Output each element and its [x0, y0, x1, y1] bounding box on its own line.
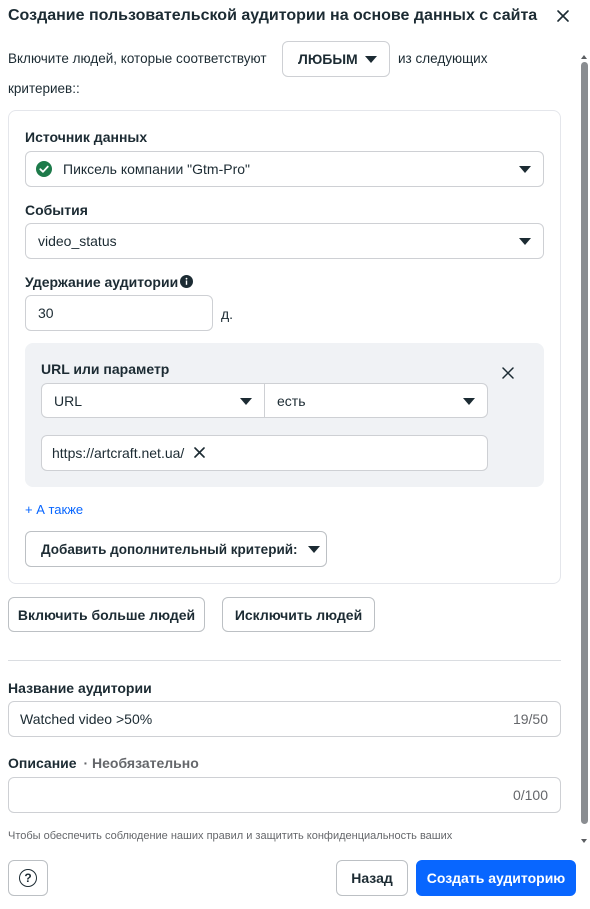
add-criteria-button[interactable]: Добавить дополнительный критерий: — [25, 531, 327, 567]
retention-input[interactable]: 30 — [25, 295, 213, 331]
scrollbar-thumb[interactable] — [581, 62, 588, 824]
audience-name-counter: 19/50 — [512, 711, 548, 727]
info-icon[interactable] — [180, 275, 193, 291]
remove-tag-icon[interactable] — [194, 445, 206, 461]
chevron-down-icon — [463, 397, 475, 405]
chevron-down-icon — [240, 397, 252, 405]
chevron-down-icon — [519, 166, 531, 173]
description-input[interactable]: 0/100 — [8, 777, 561, 813]
divider — [8, 660, 561, 661]
description-label: Описание · Необязательно — [8, 755, 199, 771]
exclude-button[interactable]: Исключить людей — [222, 597, 375, 632]
back-button[interactable]: Назад — [336, 860, 408, 896]
include-more-button[interactable]: Включить больше людей — [8, 597, 205, 632]
help-icon: ? — [19, 869, 37, 887]
events-value: video_status — [38, 233, 117, 249]
description-label-text: Описание — [8, 755, 77, 771]
help-button[interactable]: ? — [8, 860, 48, 896]
url-rule-label: URL или параметр — [41, 361, 170, 377]
url-rule-card: URL или параметр URL есть https://artcra… — [25, 343, 544, 487]
events-label: События — [25, 202, 88, 218]
close-icon[interactable] — [496, 361, 520, 385]
scroll-down-arrow[interactable] — [580, 832, 588, 843]
dialog-footer: ? Назад Создать аудиторию — [0, 844, 590, 909]
source-select[interactable]: Пиксель компании "Gtm-Pro" — [25, 151, 544, 187]
chevron-down-icon — [519, 238, 531, 245]
include-suffix: из следующих — [398, 51, 488, 66]
audience-name-value: Watched video >50% — [20, 711, 153, 727]
include-suffix-2: критериев:: — [8, 81, 80, 96]
match-select-value: ЛЮБЫМ — [298, 51, 358, 67]
include-prefix: Включите людей, которые соответствуют — [8, 51, 267, 66]
source-value: Пиксель компании "Gtm-Pro" — [63, 161, 250, 177]
url-field-select[interactable]: URL — [41, 383, 265, 418]
chevron-down-icon — [307, 545, 320, 553]
source-label: Источник данных — [25, 129, 148, 145]
privacy-note: Чтобы обеспечить соблюдение наших правил… — [8, 830, 453, 842]
url-tag: https://artcraft.net.ua/ — [52, 441, 206, 465]
custom-audience-dialog: Создание пользовательской аудитории на о… — [0, 0, 590, 909]
audience-name-input[interactable]: Watched video >50% 19/50 — [8, 701, 561, 737]
optional-label: · Необязательно — [83, 755, 199, 771]
retention-unit: д. — [221, 306, 234, 322]
url-field-value: URL — [54, 392, 83, 409]
chevron-down-icon — [365, 56, 377, 63]
audience-name-label: Название аудитории — [8, 680, 152, 696]
retention-label: Удержание аудитории — [25, 274, 179, 290]
url-operator-select[interactable]: есть — [264, 383, 488, 418]
url-tags-input[interactable]: https://artcraft.net.ua/ — [41, 435, 488, 471]
retention-value: 30 — [38, 305, 54, 321]
url-tag-label: https://artcraft.net.ua/ — [52, 445, 185, 461]
scroll-up-arrow[interactable] — [580, 48, 588, 59]
check-circle-icon — [36, 161, 52, 180]
url-operator-value: есть — [277, 392, 306, 409]
add-criteria-label: Добавить дополнительный критерий: — [41, 541, 298, 557]
description-counter: 0/100 — [512, 787, 548, 803]
match-select[interactable]: ЛЮБЫМ — [282, 41, 390, 77]
and-also-link[interactable]: + А также — [25, 502, 83, 517]
create-audience-button[interactable]: Создать аудиторию — [416, 860, 576, 896]
events-select[interactable]: video_status — [25, 223, 544, 259]
dialog-body[interactable]: Включите людей, которые соответствуют ЛЮ… — [0, 36, 580, 844]
close-icon[interactable] — [553, 6, 573, 26]
dialog-title: Создание пользовательской аудитории на о… — [8, 7, 538, 24]
